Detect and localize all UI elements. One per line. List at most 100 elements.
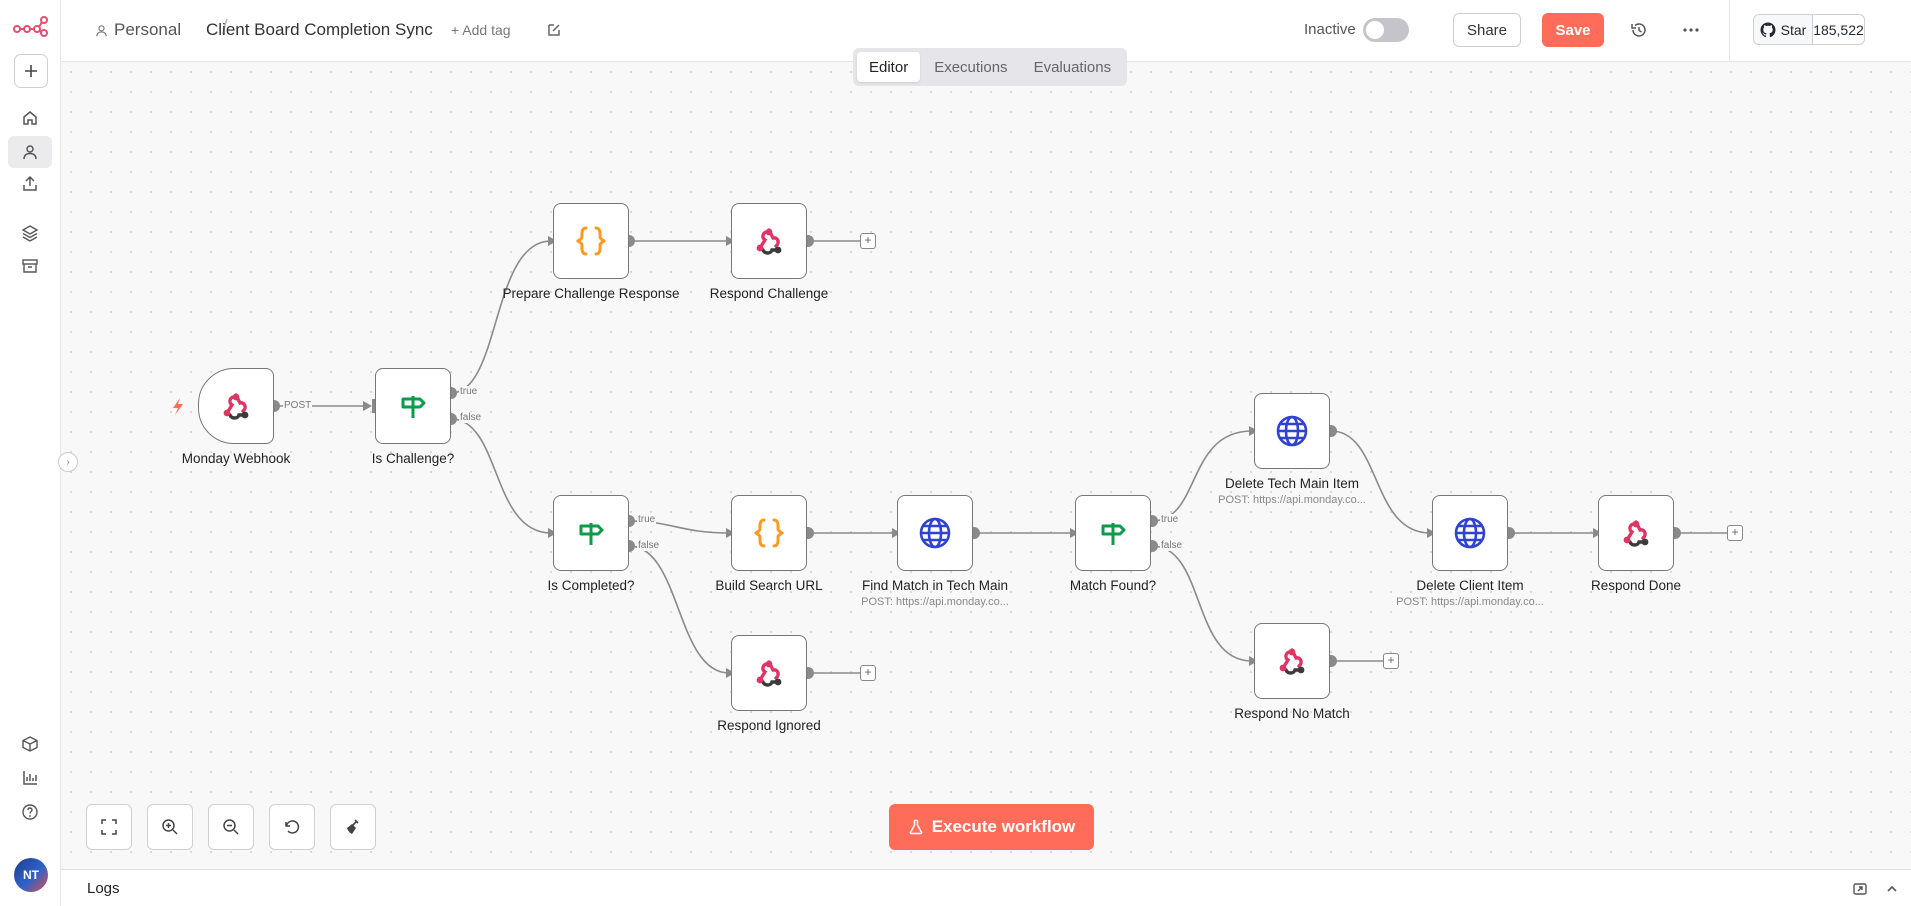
sidebar-item-personal[interactable] xyxy=(8,136,52,168)
sidebar-item-overview[interactable] xyxy=(8,102,52,134)
globe-icon xyxy=(1276,415,1308,447)
globe-icon xyxy=(919,517,951,549)
add-node-plus[interactable]: + xyxy=(1727,525,1743,541)
edit-description-icon[interactable] xyxy=(545,21,563,39)
user-initials: NT xyxy=(23,868,39,882)
node-label: Is Challenge? xyxy=(371,451,455,466)
box-stack-icon xyxy=(22,736,38,752)
workflow-title[interactable]: Client Board Completion Sync xyxy=(206,20,433,40)
node-is-completed[interactable] xyxy=(553,495,629,571)
home-icon xyxy=(23,111,37,125)
if-signpost-icon xyxy=(401,396,426,418)
github-star-text: Star xyxy=(1780,21,1807,38)
add-node-plus[interactable]: + xyxy=(860,233,876,249)
node-find-match-in-tech-main[interactable] xyxy=(897,495,973,571)
node-label: Is Completed? xyxy=(547,578,635,593)
tab-editor[interactable]: Editor xyxy=(857,52,921,82)
node-label: Match Found? xyxy=(1069,578,1157,593)
fullscreen-icon xyxy=(101,819,117,835)
node-label: Respond Challenge xyxy=(709,286,829,301)
webhook-icon xyxy=(756,228,782,255)
node-build-search-url[interactable] xyxy=(731,495,807,571)
sidebar-item-archive[interactable] xyxy=(8,250,52,282)
create-button[interactable] xyxy=(14,54,48,88)
user-icon xyxy=(96,24,107,36)
zoom-out-icon xyxy=(223,819,239,835)
sidebar-item-shared[interactable] xyxy=(8,168,52,200)
github-star-button[interactable]: Star 185,522 xyxy=(1753,14,1865,45)
edge-label-true: true xyxy=(1160,514,1180,525)
node-monday-webhook[interactable] xyxy=(198,368,274,444)
activation-status-label: Inactive xyxy=(1304,21,1356,38)
node-subtitle: POST: https://api.monday.co... xyxy=(861,596,1009,608)
node-label: Monday Webhook xyxy=(181,451,291,466)
logs-panel-bar[interactable]: Logs xyxy=(61,869,1911,906)
more-options-icon[interactable] xyxy=(1681,20,1701,40)
if-signpost-icon xyxy=(579,523,604,545)
edge-label-true: true xyxy=(459,386,479,397)
node-respond-ignored[interactable] xyxy=(731,635,807,711)
save-button[interactable]: Save xyxy=(1542,13,1604,47)
sidebar-item-insights[interactable] xyxy=(8,762,52,794)
add-node-plus[interactable]: + xyxy=(1383,653,1399,669)
node-label: Delete Tech Main Item xyxy=(1224,476,1360,491)
sidebar-item-help[interactable] xyxy=(8,796,52,828)
node-label: Prepare Challenge Response xyxy=(502,286,680,301)
tab-executions[interactable]: Executions xyxy=(922,52,1019,82)
connection-matchfound-false[interactable] xyxy=(1151,545,1253,662)
node-label: Find Match in Tech Main xyxy=(861,578,1009,593)
tab-evaluations[interactable]: Evaluations xyxy=(1022,52,1124,82)
add-tag-button[interactable]: + Add tag xyxy=(451,22,511,38)
expand-sidebar-chevron-icon[interactable]: › xyxy=(58,452,78,472)
connection-ischallenge-true[interactable] xyxy=(450,240,552,394)
archive-icon xyxy=(22,259,38,273)
if-signpost-icon xyxy=(1101,523,1126,545)
node-delete-client-item[interactable] xyxy=(1432,495,1508,571)
workflow-canvas[interactable]: Editor Executions Evaluations POST true … xyxy=(61,48,1911,869)
node-prepare-challenge-response[interactable] xyxy=(553,203,629,279)
node-label: Respond Ignored xyxy=(717,718,821,733)
connection-ischallenge-false[interactable] xyxy=(450,418,552,534)
project-name: Personal xyxy=(114,20,182,39)
node-is-challenge[interactable] xyxy=(375,368,451,444)
user-avatar[interactable]: NT xyxy=(14,858,48,892)
node-respond-no-match[interactable] xyxy=(1254,623,1330,699)
add-node-plus[interactable]: + xyxy=(860,665,876,681)
edge-label-false: false xyxy=(637,540,661,551)
chevron-up-icon[interactable] xyxy=(1884,881,1900,897)
n8n-logo[interactable] xyxy=(13,14,49,38)
trigger-lightning-icon xyxy=(173,398,183,415)
node-label: Build Search URL xyxy=(715,578,823,593)
help-circle-icon xyxy=(22,804,38,820)
node-respond-challenge[interactable] xyxy=(731,203,807,279)
undo-icon xyxy=(285,820,300,834)
sidebar-item-templates[interactable] xyxy=(8,217,52,249)
github-star-label-box: Star xyxy=(1754,15,1813,44)
logs-label: Logs xyxy=(87,880,120,897)
code-braces-icon xyxy=(753,518,785,548)
history-icon[interactable] xyxy=(1629,20,1649,40)
edge-label-true: true xyxy=(637,514,657,525)
node-delete-tech-main-item[interactable] xyxy=(1254,393,1330,469)
share-button[interactable]: Share xyxy=(1453,13,1521,47)
tidy-up-button[interactable] xyxy=(330,804,376,850)
zoom-out-button[interactable] xyxy=(208,804,254,850)
execute-workflow-button[interactable]: Execute workflow xyxy=(889,804,1094,850)
bar-chart-icon xyxy=(23,771,37,785)
breadcrumb-project[interactable]: Personal xyxy=(95,20,181,40)
connection-iscompleted-false[interactable] xyxy=(628,545,730,674)
sidebar-item-variables[interactable] xyxy=(8,728,52,760)
popout-icon[interactable] xyxy=(1852,881,1868,897)
mode-tabs: Editor Executions Evaluations xyxy=(853,48,1127,86)
webhook-icon xyxy=(756,660,782,687)
activation-toggle[interactable] xyxy=(1363,18,1409,42)
left-sidebar: NT xyxy=(0,0,61,906)
undo-button[interactable] xyxy=(269,804,315,850)
node-match-found[interactable] xyxy=(1075,495,1151,571)
globe-icon xyxy=(1454,517,1486,549)
zoom-in-button[interactable] xyxy=(147,804,193,850)
github-star-count: 185,522 xyxy=(1813,21,1864,38)
node-respond-done[interactable] xyxy=(1598,495,1674,571)
webhook-icon xyxy=(1279,648,1305,675)
fit-view-button[interactable] xyxy=(86,804,132,850)
